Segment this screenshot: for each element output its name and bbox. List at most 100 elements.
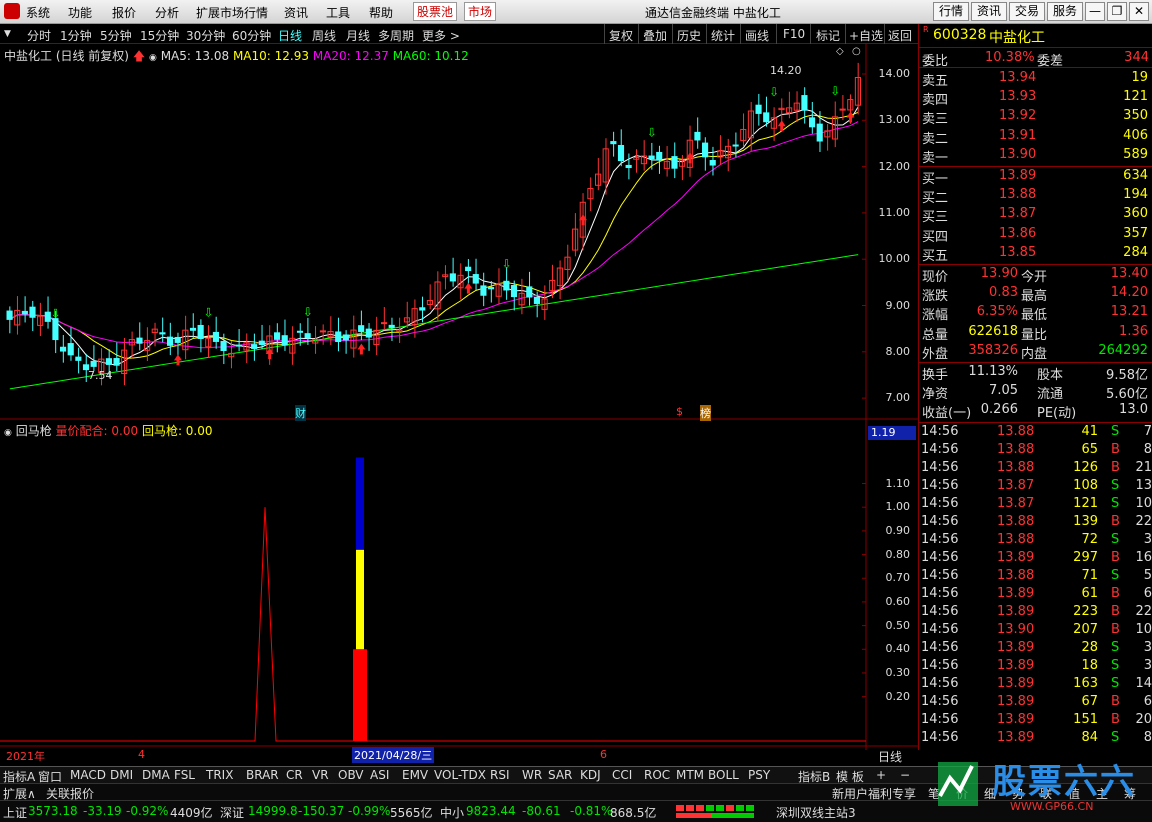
menu-stock-pool[interactable]: 股票池: [413, 2, 458, 21]
tab-remove[interactable]: −: [900, 768, 910, 782]
menu-quote[interactable]: 报价: [112, 4, 136, 21]
tab-15min[interactable]: 15分钟: [140, 27, 179, 44]
tab-indicator-cci[interactable]: CCI: [612, 768, 632, 782]
minimize-icon[interactable]: —: [1085, 2, 1105, 21]
menu-ext-market[interactable]: 扩展市场行情: [196, 4, 268, 21]
tab-indicator-boll[interactable]: BOLL: [708, 768, 739, 782]
tab-indicator-rsi[interactable]: RSI: [490, 768, 510, 782]
tab-60min[interactable]: 60分钟: [232, 27, 271, 44]
btn-quote[interactable]: 行情: [933, 2, 969, 21]
tab-30min[interactable]: 30分钟: [186, 27, 225, 44]
tab-indicator-kdj[interactable]: KDJ: [580, 768, 601, 782]
btn-add-favorite[interactable]: +自选: [849, 27, 883, 44]
tab-indicator-vr[interactable]: VR: [312, 768, 329, 782]
tab-monthly[interactable]: 月线: [346, 27, 370, 44]
chart-canvas[interactable]: ⇩ ⇩ ⇩ ⇩ ⇩ ⇩ ⇩: [0, 44, 918, 750]
candle-body: [480, 285, 487, 296]
event-ranking-badge[interactable]: 榜: [700, 405, 711, 421]
tick-time: 14:56: [921, 442, 959, 457]
tick-price: 13.88: [997, 460, 1035, 475]
buy-arrow-icon: [464, 282, 473, 294]
stat2-label: 净资: [922, 387, 949, 403]
menu-news[interactable]: 资讯: [284, 4, 308, 21]
tab-indicator-wr[interactable]: WR: [522, 768, 542, 782]
sub-legend-dropdown-icon[interactable]: ◉: [4, 428, 12, 438]
tab-indicator-dma[interactable]: DMA: [142, 768, 170, 782]
tab-indicator-voltdx[interactable]: VOL-TDX: [434, 768, 486, 782]
chart-diamond-icon[interactable]: ◇: [836, 46, 844, 57]
sz-index-label[interactable]: 深证: [220, 804, 244, 821]
tab-daily[interactable]: 日线: [278, 27, 302, 44]
toolbar-chevron-icon[interactable]: ▼: [4, 29, 11, 39]
tab-1min[interactable]: 1分钟: [60, 27, 92, 44]
btn-fuquan[interactable]: 复权: [609, 27, 633, 44]
tab-indicator-cr[interactable]: CR: [286, 768, 303, 782]
btn-overlay[interactable]: 叠加: [643, 27, 667, 44]
tab-indicator-psy[interactable]: PSY: [748, 768, 770, 782]
tab-indicator-fsl[interactable]: FSL: [174, 768, 195, 782]
close-icon[interactable]: ✕: [1129, 2, 1149, 21]
menu-analysis[interactable]: 分析: [155, 4, 179, 21]
tick-side: B: [1111, 586, 1120, 601]
tab-indicator-macd[interactable]: MACD: [70, 768, 106, 782]
tick-time: 14:56: [921, 676, 959, 691]
orderbook-divider: [919, 166, 1152, 167]
event-finance-badge[interactable]: 财: [295, 405, 306, 421]
tab-more[interactable]: 更多 >: [422, 27, 460, 44]
btn-history[interactable]: 历史: [677, 27, 701, 44]
menu-system[interactable]: 系统: [26, 4, 50, 21]
zx-index-amount: 868.5亿: [610, 806, 657, 820]
tab-indicator-roc[interactable]: ROC: [644, 768, 670, 782]
tick-volume: 121: [1073, 496, 1098, 511]
btn-draw[interactable]: 画线: [745, 27, 769, 44]
tick-time: 14:56: [921, 622, 959, 637]
bid-price: 13.87: [999, 206, 1037, 222]
tick-time: 14:56: [921, 514, 959, 529]
legend-dropdown-icon[interactable]: ◉: [149, 53, 157, 63]
tab-weekly[interactable]: 周线: [312, 27, 336, 44]
tab-fenshi[interactable]: 分时: [27, 27, 51, 44]
tick-price: 13.89: [997, 730, 1035, 745]
tick-volume: 207: [1073, 622, 1098, 637]
btn-mark[interactable]: 标记: [816, 27, 840, 44]
btn-service[interactable]: 服务: [1047, 2, 1083, 21]
tick-count: 7: [1143, 424, 1152, 439]
stats-divider: [919, 422, 1152, 423]
btn-f10[interactable]: F10: [783, 27, 805, 41]
event-dividend-badge[interactable]: $: [676, 405, 683, 418]
btn-stats[interactable]: 统计: [711, 27, 735, 44]
chart-settings-icon[interactable]: ○: [852, 46, 861, 57]
stat-value: 1.36: [1119, 323, 1148, 339]
server-name[interactable]: 深圳双线主站3: [776, 804, 856, 821]
stat2-label: 流通: [1037, 387, 1064, 403]
menu-tools[interactable]: 工具: [326, 4, 350, 21]
tab-indicator-trix[interactable]: TRIX: [206, 768, 233, 782]
tick-side: B: [1111, 712, 1120, 727]
stat2-value: 5.60亿: [1106, 387, 1148, 403]
tab-5min[interactable]: 5分钟: [100, 27, 132, 44]
bid-label: 买三: [922, 210, 949, 226]
tab-indicator-obv[interactable]: OBV: [338, 768, 364, 782]
tab-indicator-brar[interactable]: BRAR: [246, 768, 279, 782]
restore-icon[interactable]: ❐: [1107, 2, 1127, 21]
candle-body: [419, 307, 426, 311]
tick-count: 3: [1143, 658, 1152, 673]
tab-indicator-emv[interactable]: EMV: [402, 768, 428, 782]
tab-indicator-dmi[interactable]: DMI: [110, 768, 133, 782]
tab-indicator-asi[interactable]: ASI: [370, 768, 389, 782]
chart-area[interactable]: ⇩ ⇩ ⇩ ⇩ ⇩ ⇩ ⇩ 中盐化工 (日线 前复权) 🡅 ◉ MA5: 13.08 MA1…: [0, 44, 918, 764]
tab-multi-period[interactable]: 多周期: [378, 27, 414, 44]
zx-index-label[interactable]: 中小: [440, 804, 464, 821]
tab-indicator-mtm[interactable]: MTM: [676, 768, 704, 782]
menu-help[interactable]: 帮助: [369, 4, 393, 21]
tick-price: 13.88: [997, 532, 1035, 547]
menu-market[interactable]: 市场: [464, 2, 497, 21]
tab-add[interactable]: +: [876, 768, 886, 782]
btn-news[interactable]: 资讯: [971, 2, 1007, 21]
btn-back[interactable]: 返回: [888, 27, 912, 44]
stat-value: 264292: [1098, 342, 1148, 358]
btn-trade[interactable]: 交易: [1009, 2, 1045, 21]
tab-indicator-sar[interactable]: SAR: [548, 768, 572, 782]
sh-index-label[interactable]: 上证: [3, 804, 27, 821]
menu-function[interactable]: 功能: [68, 4, 92, 21]
